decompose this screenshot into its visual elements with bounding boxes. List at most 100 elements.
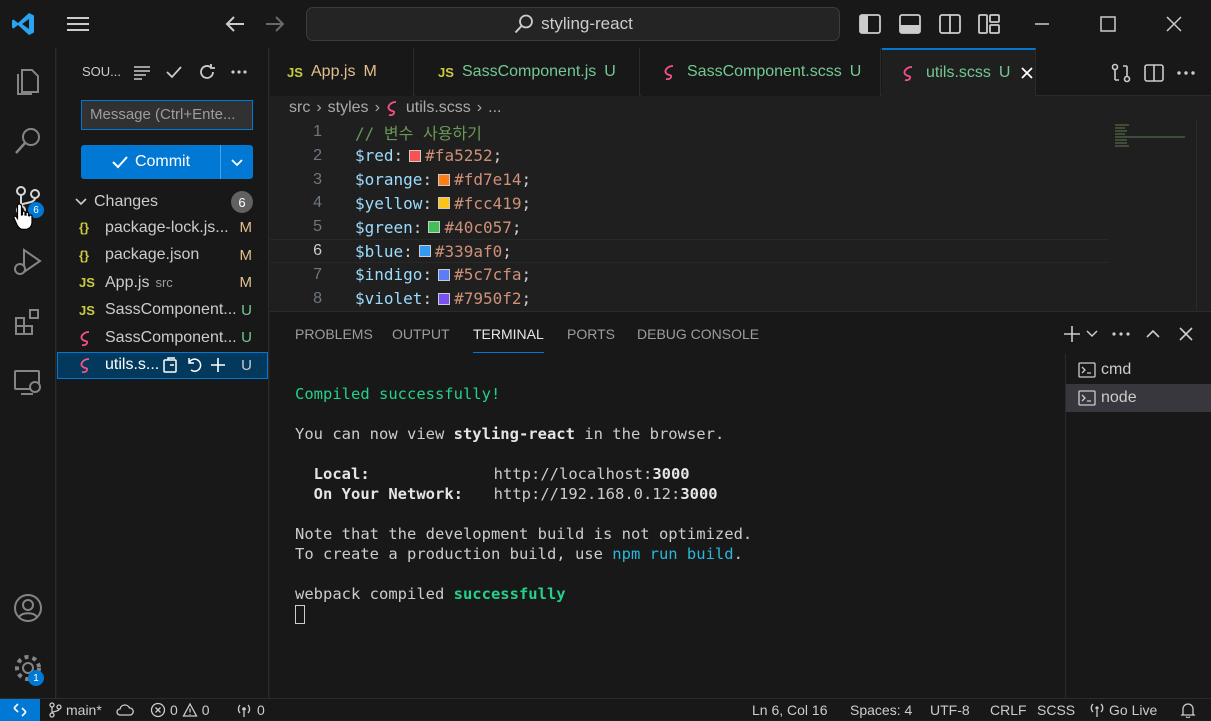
more-actions-icon[interactable] (230, 63, 248, 81)
breadcrumb-src[interactable]: src (289, 99, 310, 117)
commit-message-input[interactable]: Message (Ctrl+Ente... (81, 100, 253, 130)
maximize-panel-icon[interactable] (1143, 324, 1163, 344)
discard-changes-icon[interactable] (185, 356, 203, 374)
view-as-tree-icon[interactable] (133, 64, 151, 80)
panel-tab-debug-console[interactable]: DEBUG CONSOLE (637, 312, 759, 356)
file-row-actions (161, 356, 227, 374)
accounts-icon[interactable] (8, 588, 48, 628)
split-editor-icon[interactable] (1143, 62, 1165, 84)
color-swatch[interactable] (438, 268, 451, 281)
notifications-bell-icon[interactable] (1180, 699, 1196, 721)
indentation[interactable]: Spaces: 4 (850, 699, 912, 721)
go-live-label: Go Live (1109, 702, 1158, 718)
tab-app-js[interactable]: JS App.js M (270, 48, 414, 96)
end-of-line[interactable]: CRLF (990, 699, 1027, 721)
broadcast-icon (1089, 702, 1105, 718)
file-path-hint: src (155, 275, 173, 290)
breadcrumb-symbols[interactable]: ... (488, 99, 501, 117)
changes-file-row[interactable]: JS App.js src M (57, 269, 268, 296)
refresh-icon[interactable] (197, 62, 217, 82)
run-debug-icon[interactable] (8, 241, 48, 281)
sass-file-icon (386, 100, 400, 116)
menu-icon[interactable] (66, 14, 90, 34)
toggle-secondary-sidebar-icon[interactable] (938, 13, 962, 35)
go-live-button[interactable]: Go Live (1089, 699, 1157, 721)
back-arrow-icon[interactable] (224, 13, 246, 35)
ports-indicator[interactable]: 0 (235, 699, 265, 721)
editor-scrollbar[interactable] (1196, 120, 1210, 310)
remote-explorer-icon[interactable] (8, 362, 48, 402)
language-mode[interactable]: SCSS (1037, 699, 1075, 721)
line-number: 2 (313, 146, 322, 164)
color-swatch[interactable] (438, 173, 451, 186)
terminal-network-line: On Your Network: http://192.168.0.12:3000 (313, 485, 718, 503)
changes-label: Changes (94, 193, 159, 210)
command-center-search[interactable]: styling-react (306, 7, 840, 41)
color-swatch[interactable] (418, 245, 431, 257)
terminal-build-line: To create a production build, use npm ru… (295, 545, 743, 563)
color-swatch[interactable] (438, 197, 451, 210)
title-bar: styling-react (0, 0, 1211, 48)
new-terminal-plus-icon[interactable] (1062, 324, 1082, 344)
tab-utils-scss[interactable]: utils.scss U (882, 48, 1036, 96)
color-swatch[interactable] (409, 149, 422, 162)
remote-indicator-icon[interactable] (0, 699, 40, 721)
breadcrumb-file[interactable]: utils.scss (406, 99, 471, 117)
problems-indicator[interactable]: 0 0 (150, 699, 210, 721)
code-line: 3 $orange: #fd7e14; (270, 168, 1108, 192)
search-view-icon[interactable] (8, 121, 48, 161)
commit-dropdown-icon[interactable] (221, 157, 253, 167)
forward-arrow-icon[interactable] (264, 13, 286, 35)
toggle-primary-sidebar-icon[interactable] (858, 13, 882, 35)
panel-tab-ports[interactable]: PORTS (567, 312, 615, 356)
close-tab-icon[interactable] (1020, 66, 1034, 80)
changes-file-row[interactable]: utils.s... U (57, 351, 268, 379)
commit-button-label: Commit (134, 153, 191, 170)
encoding[interactable]: UTF-8 (930, 699, 970, 721)
stage-plus-icon[interactable] (209, 356, 227, 374)
changes-count-badge: 6 (231, 191, 253, 213)
commit-button[interactable]: Commit (81, 145, 253, 179)
panel-tab-terminal[interactable]: TERMINAL (473, 315, 544, 353)
close-panel-icon[interactable] (1176, 324, 1196, 344)
maximize-icon[interactable] (1098, 14, 1118, 34)
panel-tab-output[interactable]: OUTPUT (392, 312, 450, 356)
close-window-icon[interactable] (1164, 14, 1184, 34)
explorer-icon[interactable] (8, 60, 48, 100)
panel-tab-problems[interactable]: PROBLEMS (295, 312, 373, 356)
toggle-panel-icon[interactable] (898, 13, 922, 35)
open-changes-icon[interactable] (1110, 62, 1132, 84)
terminal-icon (1078, 362, 1096, 378)
tab-sasscomponent-scss[interactable]: SassComponent.scss U (641, 48, 881, 96)
minimize-icon[interactable] (1032, 14, 1052, 34)
editor-more-icon[interactable] (1175, 62, 1197, 84)
changes-file-row[interactable]: {} package.json M (57, 242, 268, 269)
open-file-icon[interactable] (161, 356, 179, 374)
customize-layout-icon[interactable] (977, 13, 1001, 35)
line-number: 7 (313, 265, 322, 283)
changes-file-row[interactable]: {} package-lock.js... M (57, 214, 268, 241)
hand-cursor-icon (12, 202, 36, 232)
branch-indicator[interactable]: main* (48, 699, 102, 721)
code-line: 2 $red: #fa5252; (270, 144, 1108, 168)
color-swatch[interactable] (428, 221, 441, 234)
sync-cloud-icon[interactable] (116, 699, 134, 721)
terminal-label: cmd (1101, 361, 1132, 378)
terminal-item-node[interactable]: node (1066, 384, 1211, 412)
terminal-item-cmd[interactable]: cmd (1066, 356, 1211, 384)
changes-file-row[interactable]: SassComponent... U (57, 324, 268, 351)
terminal-output[interactable]: Compiled successfully! You can now view … (295, 374, 1065, 624)
commit-check-icon[interactable] (165, 63, 183, 81)
terminal-dropdown-icon[interactable] (1085, 327, 1099, 339)
tab-label: utils.scss (926, 63, 991, 81)
code-editor[interactable]: 1// 변수 사용하기 2 $red: #fa5252; 3 $orange: #fd7e1… (270, 120, 1211, 310)
breadcrumb-styles[interactable]: styles (328, 99, 369, 117)
changes-section-header[interactable]: Changes 6 (73, 190, 269, 214)
tab-sasscomponent-js[interactable]: JS SassComponent.js U (415, 48, 640, 96)
cursor-position[interactable]: Ln 6, Col 16 (752, 699, 828, 721)
changes-file-row[interactable]: JS SassComponent... U (57, 297, 268, 324)
extensions-icon[interactable] (8, 302, 48, 342)
color-swatch[interactable] (438, 292, 451, 305)
minimap[interactable] (1113, 123, 1185, 151)
panel-more-icon[interactable] (1111, 324, 1131, 344)
